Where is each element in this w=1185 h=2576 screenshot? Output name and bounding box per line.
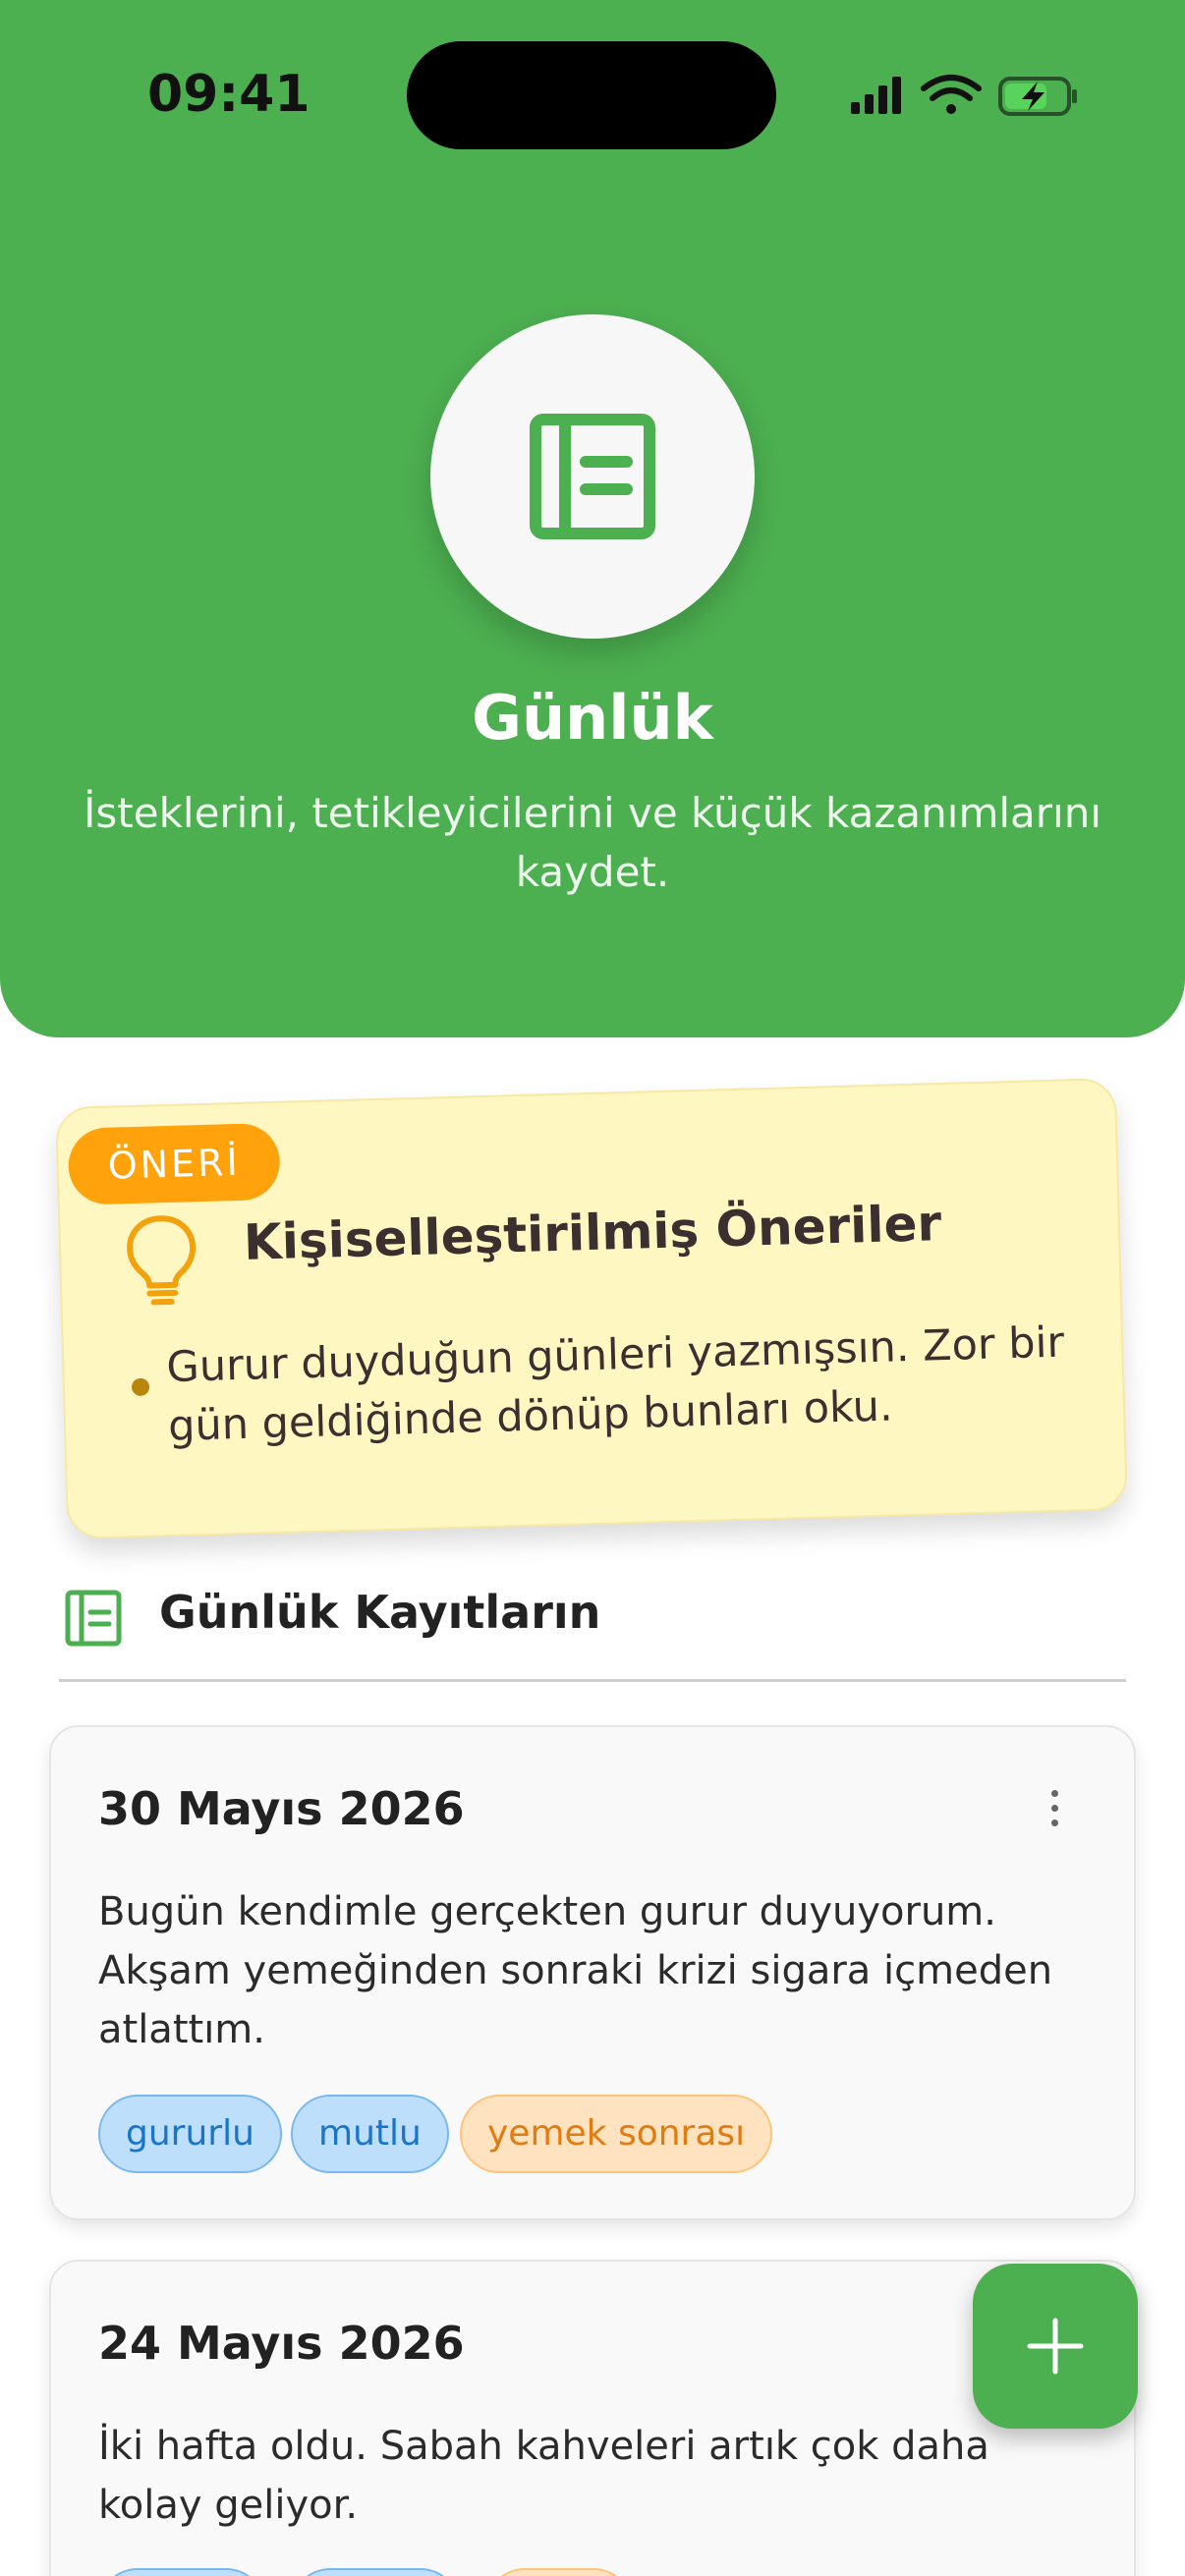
journal-entry-card[interactable]: 30 Mayıs 2026 Bugün kendimle gerçekten g… bbox=[49, 1725, 1136, 2220]
journal-icon bbox=[65, 1590, 122, 1647]
entry-tag: yemek sonrası bbox=[460, 2095, 773, 2173]
header: 09:41 Günlük İsteklerini, tetikleyiciler… bbox=[0, 0, 1185, 1037]
entry-tag: gururlu bbox=[98, 2095, 282, 2173]
page-subtitle: İsteklerini, tetikleyicilerini ve küçük … bbox=[84, 789, 1101, 896]
status-icons bbox=[851, 75, 1077, 116]
entry-text: İki hafta oldu. Sabah kahveleri artık ço… bbox=[98, 2424, 989, 2528]
entry-text: Bugün kendimle gerçekten gurur duyuyorum… bbox=[98, 1889, 1053, 2052]
suggestion-title: Kişiselleştirilmiş Öneriler bbox=[243, 1195, 942, 1271]
more-options-icon[interactable] bbox=[1040, 1784, 1069, 1847]
bullet-dot bbox=[131, 1377, 150, 1397]
status-time: 09:41 bbox=[147, 65, 310, 124]
entry-tag bbox=[98, 2568, 265, 2576]
section-divider bbox=[59, 1679, 1126, 1682]
suggestion-card: ÖNERİ Kişiselleştirilmiş Öneriler Gurur … bbox=[55, 1078, 1128, 1540]
dynamic-island bbox=[407, 41, 776, 149]
journal-icon bbox=[530, 414, 655, 539]
plus-icon bbox=[1027, 2318, 1084, 2375]
page-title: Günlük bbox=[472, 682, 713, 754]
suggestion-item: Gurur duyduğun günleri yazmışsın. Zor bi… bbox=[165, 1317, 1065, 1452]
wifi-icon bbox=[921, 75, 982, 114]
hero-icon-circle bbox=[430, 314, 755, 639]
suggestion-badge: ÖNERİ bbox=[67, 1122, 281, 1205]
suggestion-card-wrapper: ÖNERİ Kişiselleştirilmiş Öneriler Gurur … bbox=[55, 1078, 1128, 1540]
entry-tag bbox=[485, 2568, 633, 2576]
entry-date: 30 Mayıs 2026 bbox=[98, 1782, 465, 1835]
battery-charging-icon bbox=[998, 77, 1077, 116]
entry-date: 24 Mayıs 2026 bbox=[98, 2317, 465, 2370]
lightbulb-icon bbox=[127, 1215, 197, 1306]
entry-tag: mutlu bbox=[291, 2095, 449, 2173]
entry-tag bbox=[291, 2568, 460, 2576]
signal-icon bbox=[851, 77, 901, 114]
entries-section-title: Günlük Kayıtların bbox=[159, 1586, 601, 1639]
add-entry-button[interactable] bbox=[973, 2264, 1138, 2429]
